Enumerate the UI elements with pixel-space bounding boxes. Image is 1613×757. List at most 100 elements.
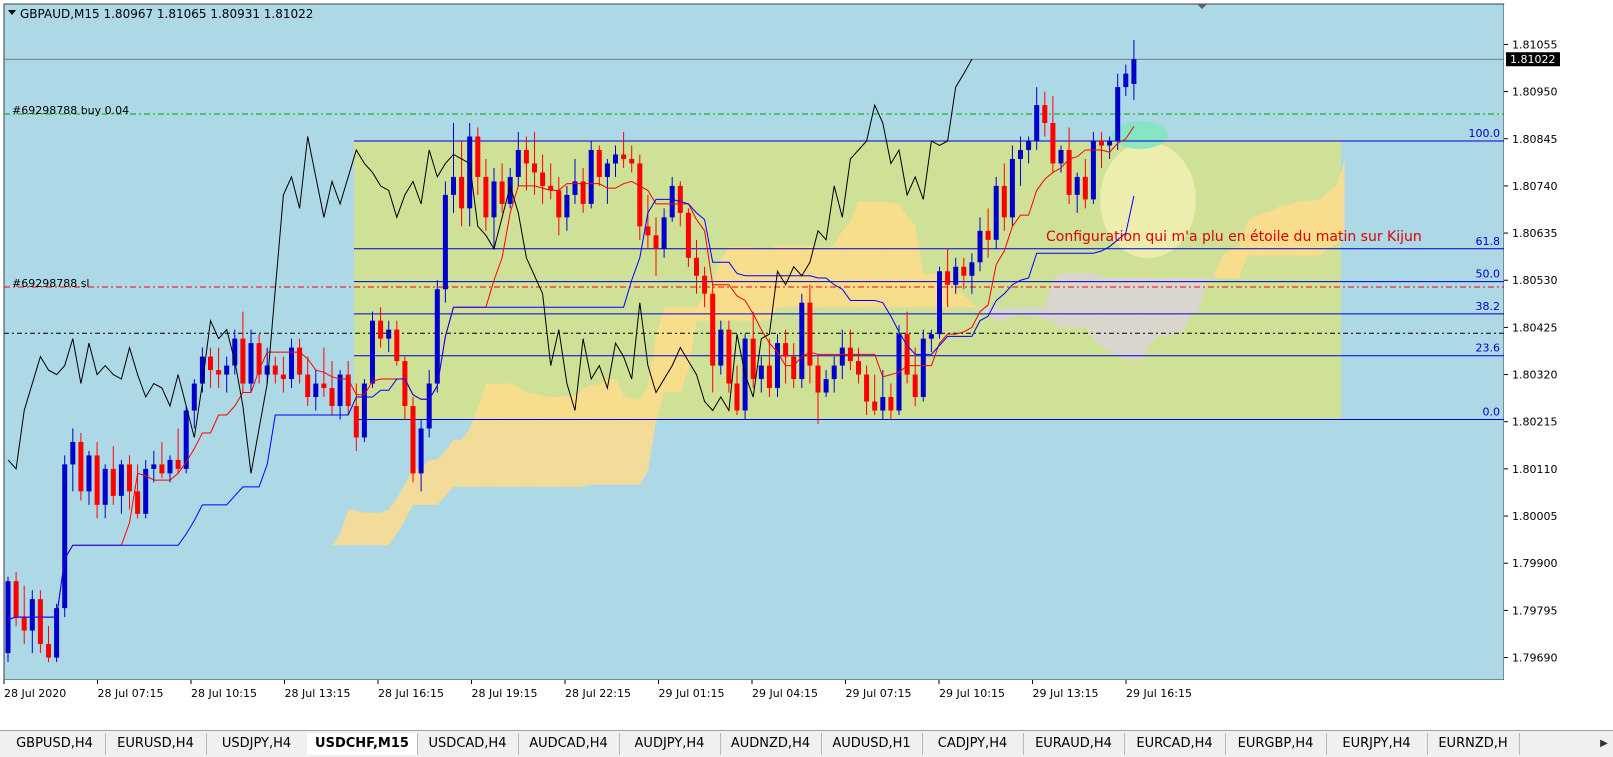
fib-level-label: 100.0 <box>1469 127 1501 140</box>
kumo-segment <box>356 510 365 546</box>
time-tick-label: 29 Jul 04:15 <box>752 687 818 700</box>
candle-body <box>523 149 529 164</box>
kumo-segment <box>348 509 357 546</box>
price-tick-label: 1.80320 <box>1512 369 1558 382</box>
price-chart[interactable]: 100.0 61.8 50.0 38.2 23.6 0.0 1.81055 1.80950 1… <box>0 0 1613 730</box>
chart-window[interactable]: 100.0 61.8 50.0 38.2 23.6 0.0 1.81055 1.80950 1… <box>0 0 1613 730</box>
candle-body <box>167 459 173 474</box>
price-tick-label: 1.79795 <box>1512 604 1558 617</box>
candle-body <box>815 365 821 393</box>
kumo-segment <box>631 399 640 485</box>
candle-body <box>459 176 465 209</box>
candle-body <box>928 334 934 339</box>
kumo-segment <box>947 284 956 308</box>
candle-body <box>912 374 918 398</box>
candle-body <box>1123 73 1129 88</box>
candle-body <box>451 176 456 195</box>
chart-tab[interactable]: USDJPY,H4 <box>206 733 308 755</box>
kumo-segment <box>429 459 438 505</box>
candle-body <box>329 388 335 407</box>
kumo-segment <box>1117 277 1126 360</box>
candle-body <box>280 374 286 380</box>
price-tick-label: 1.80845 <box>1512 133 1558 146</box>
time-tick-label: 29 Jul 10:15 <box>939 687 1005 700</box>
chart-tab[interactable]: EURCAD,H4 <box>1124 733 1226 755</box>
candle-body <box>677 185 683 213</box>
candle-body <box>175 459 181 469</box>
time-tick-label: 29 Jul 13:15 <box>1033 687 1099 700</box>
candle-body <box>13 581 19 618</box>
chart-tab[interactable]: CADJPY,H4 <box>922 733 1024 755</box>
kumo-segment <box>591 384 600 485</box>
chart-tab[interactable]: EURAUD,H4 <box>1023 733 1125 755</box>
candle-body <box>272 365 278 375</box>
order-sl-label: #69298788 sl <box>12 277 90 290</box>
candle-body <box>191 383 197 411</box>
price-tick-label: 1.80425 <box>1512 321 1558 334</box>
kumo-segment <box>753 247 762 321</box>
candle-body <box>394 329 400 362</box>
candle-body <box>483 176 489 218</box>
chart-tab[interactable]: EURGBP,H4 <box>1225 733 1327 755</box>
kumo-segment <box>858 201 867 308</box>
candle-body <box>1001 185 1007 218</box>
candle-body <box>216 370 222 375</box>
kumo-segment <box>526 392 535 487</box>
time-tick-label: 28 Jul 13:15 <box>285 687 351 700</box>
candle-body <box>1131 59 1137 84</box>
candle-body <box>491 181 497 218</box>
chart-tab[interactable]: AUDUSD,H1 <box>821 733 923 755</box>
candle-body <box>969 262 975 276</box>
candle-body <box>110 468 116 496</box>
candle-body <box>872 401 878 411</box>
chart-tab[interactable]: AUDCAD,H4 <box>518 733 620 755</box>
kumo-segment <box>1312 199 1321 256</box>
tab-scroll-right-icon[interactable]: ▶ <box>1597 735 1611 753</box>
chart-tab[interactable]: AUDJPY,H4 <box>619 733 721 755</box>
candle-body <box>118 464 124 496</box>
kumo-segment <box>380 509 389 546</box>
time-tick-label: 28 Jul 22:15 <box>565 687 631 700</box>
price-tick-label: 1.80005 <box>1512 510 1558 523</box>
candle-body <box>353 406 359 438</box>
kumo-segment <box>599 379 608 485</box>
chart-tab[interactable]: USDCHF,M15 <box>307 733 418 755</box>
candle-body <box>1115 87 1121 141</box>
chart-tab[interactable]: EURNZD,H <box>1427 733 1520 755</box>
price-tick-label: 1.79900 <box>1512 557 1558 570</box>
time-tick-label: 29 Jul 16:15 <box>1126 687 1192 700</box>
kumo-segment <box>413 468 422 505</box>
candle-body <box>702 275 708 294</box>
candle-body <box>831 365 837 380</box>
candle-body <box>823 379 829 393</box>
fib-level-label: 50.0 <box>1476 268 1501 281</box>
candle-body <box>1107 140 1113 146</box>
kumo-segment <box>882 201 891 308</box>
kumo-segment <box>372 512 381 546</box>
candle-body <box>102 468 108 505</box>
price-tick-label: 1.80215 <box>1512 416 1558 429</box>
chart-tab[interactable]: GBPUSD,H4 <box>4 733 106 755</box>
kumo-segment <box>558 395 567 487</box>
chart-tab[interactable]: AUDNZD,H4 <box>720 733 822 755</box>
chart-tab[interactable]: EURUSD,H4 <box>105 733 207 755</box>
candle-body <box>1034 105 1040 141</box>
candle-body <box>240 338 246 384</box>
candle-body <box>580 181 586 204</box>
kumo-segment <box>639 385 648 485</box>
candle-body <box>21 617 27 631</box>
candle-body <box>661 217 667 249</box>
chart-tab[interactable]: USDCAD,H4 <box>417 733 519 755</box>
chart-header-title: GBPAUD,M15 1.80967 1.81065 1.80931 1.810… <box>20 7 313 21</box>
kumo-segment <box>453 439 462 487</box>
candle-body <box>864 374 870 402</box>
time-tick-label: 28 Jul 19:15 <box>472 687 538 700</box>
candle-body <box>208 356 213 371</box>
time-tick-label: 29 Jul 01:15 <box>659 687 725 700</box>
chart-tab[interactable]: EURJPY,H4 <box>1326 733 1428 755</box>
candle-body <box>1099 140 1104 146</box>
candle-body <box>920 338 926 398</box>
chart-tab-bar: GBPUSD,H4 EURUSD,H4 USDJPY,H4 USDCHF,M15 USD… <box>0 730 1613 757</box>
candle-body <box>467 136 473 209</box>
candle-body <box>880 397 886 411</box>
